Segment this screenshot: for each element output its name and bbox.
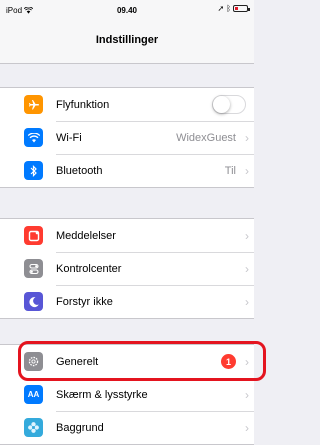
settings-row-content: Kontrolcenter › bbox=[56, 252, 254, 285]
chevron-right-icon: › bbox=[245, 164, 249, 178]
settings-row-label: Kontrolcenter bbox=[56, 263, 122, 275]
settings-row-content: Wi-Fi WidexGuest › bbox=[56, 121, 254, 154]
settings-row-generelt[interactable]: Generelt 1 › bbox=[0, 345, 254, 378]
status-right: ➚ ᛒ bbox=[217, 4, 250, 13]
settings-row-meddelelser[interactable]: Meddelelser › bbox=[0, 219, 254, 252]
settings-row-label: Baggrund bbox=[56, 422, 104, 434]
bluetooth-status-icon: ᛒ bbox=[226, 4, 231, 13]
settings-row-flyfunktion[interactable]: Flyfunktion bbox=[0, 88, 254, 121]
settings-row-label: Bluetooth bbox=[56, 165, 103, 177]
settings-group-general: Generelt 1 › AA Skærm & lysstyrke › Bagg… bbox=[0, 344, 254, 445]
chevron-right-icon: › bbox=[245, 295, 249, 309]
airplane-mode-toggle[interactable] bbox=[212, 95, 246, 114]
settings-row-label: Forstyr ikke bbox=[56, 296, 113, 308]
settings-row-kontrolcenter[interactable]: Kontrolcenter › bbox=[0, 252, 254, 285]
status-bar: iPod 09.40 ➚ ᛒ bbox=[0, 0, 254, 20]
settings-row-content: Generelt 1 › bbox=[56, 345, 254, 378]
settings-group-connectivity: Flyfunktion Wi-Fi WidexGuest › Bluetooth… bbox=[0, 87, 254, 188]
chevron-right-icon: › bbox=[245, 388, 249, 402]
settings-row-label: Generelt bbox=[56, 355, 99, 368]
location-arrow-icon: ➚ bbox=[217, 4, 225, 13]
settings-group-notifications: Meddelelser › Kontrolcenter › Forstyr ik… bbox=[0, 218, 254, 319]
page-title: Indstillinger bbox=[95, 34, 159, 46]
settings-row-label: Skærm & lysstyrke bbox=[56, 389, 148, 401]
airplane-icon bbox=[24, 95, 43, 114]
chevron-right-icon: › bbox=[245, 421, 249, 435]
gear-icon bbox=[24, 352, 43, 371]
settings-row-content: Baggrund › bbox=[56, 411, 254, 444]
moon-icon bbox=[24, 292, 43, 311]
settings-row-label: Flyfunktion bbox=[56, 98, 110, 111]
settings-row-content: Forstyr ikke › bbox=[56, 285, 254, 318]
settings-row-label: Meddelelser bbox=[56, 229, 116, 242]
bluetooth-icon bbox=[24, 161, 43, 180]
wifi-icon bbox=[24, 128, 43, 147]
battery-icon bbox=[233, 5, 250, 12]
settings-row-baggrund[interactable]: Baggrund › bbox=[0, 411, 254, 444]
update-count-badge: 1 bbox=[221, 354, 236, 369]
status-time: 09.40 bbox=[116, 6, 138, 15]
chevron-right-icon: › bbox=[245, 228, 249, 243]
settings-row-wifi[interactable]: Wi-Fi WidexGuest › bbox=[0, 121, 254, 154]
settings-row-bluetooth[interactable]: Bluetooth Til › bbox=[0, 154, 254, 187]
settings-row-forstyr-ikke[interactable]: Forstyr ikke › bbox=[0, 285, 254, 318]
settings-row-label: Wi-Fi bbox=[56, 132, 82, 144]
control-center-icon bbox=[24, 259, 43, 278]
settings-row-content: Skærm & lysstyrke › bbox=[56, 378, 254, 411]
chevron-right-icon: › bbox=[245, 262, 249, 276]
chevron-right-icon: › bbox=[245, 354, 249, 369]
display-brightness-icon: AA bbox=[24, 385, 43, 404]
wallpaper-icon bbox=[24, 418, 43, 437]
settings-row-content: Meddelelser › bbox=[56, 219, 254, 252]
chevron-right-icon: › bbox=[245, 131, 249, 145]
settings-row-skaerm-lysstyrke[interactable]: AA Skærm & lysstyrke › bbox=[0, 378, 254, 411]
settings-row-content: Bluetooth Til › bbox=[56, 154, 254, 187]
bluetooth-state-value: Til bbox=[224, 165, 236, 177]
settings-row-content: Flyfunktion bbox=[56, 88, 254, 121]
wifi-network-value: WidexGuest bbox=[176, 132, 236, 144]
notifications-icon bbox=[24, 226, 43, 245]
navigation-bar: Indstillinger bbox=[0, 20, 254, 64]
